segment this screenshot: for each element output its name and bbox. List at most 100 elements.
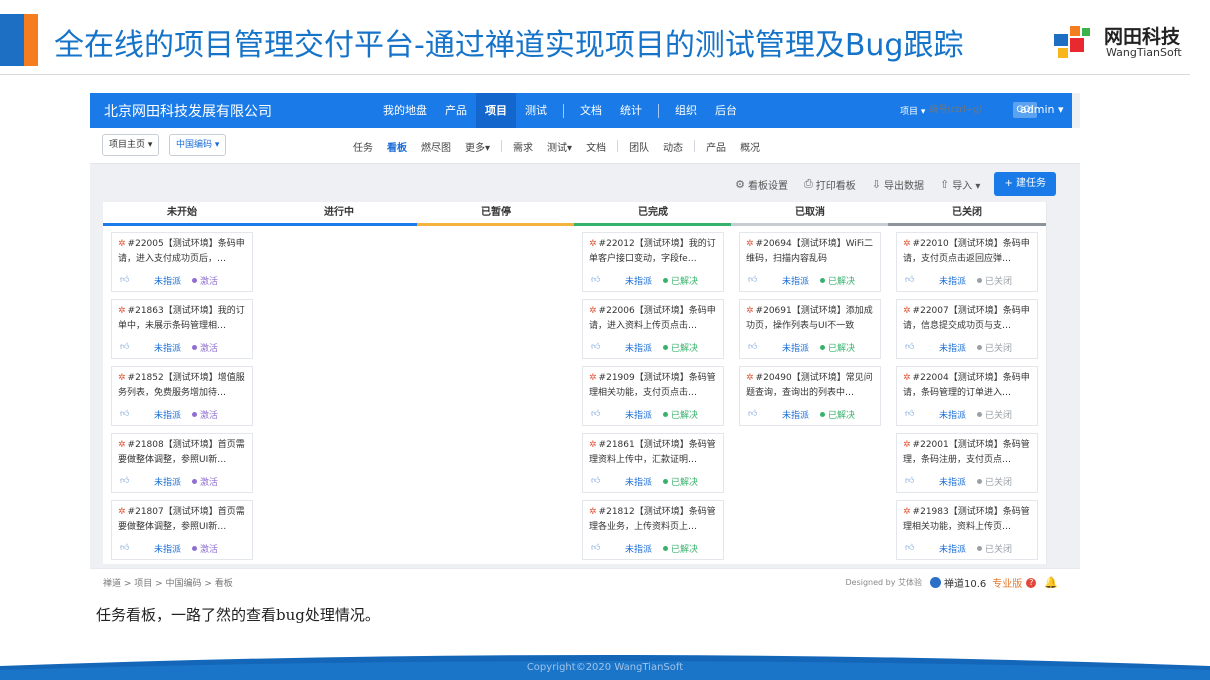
bug-card[interactable]: ✲ #21852【测试环境】增值服务列表，免费服务增加待… 👍︎ 未指派 激活 [111, 366, 253, 426]
search-input[interactable] [929, 102, 1014, 118]
project-home-dropdown[interactable]: 项目主页 ▾ [102, 134, 160, 156]
bug-card-title[interactable]: ✲ #21852【测试环境】增值服务列表，免费服务增加待… [118, 371, 247, 401]
subnav-item[interactable]: 需求 [506, 139, 540, 154]
nav-item[interactable]: 我的地盘 [374, 93, 436, 128]
subnav-item[interactable]: 产品 [699, 139, 733, 154]
bug-card-title[interactable]: ✲ #22006【测试环境】条码申请，进入资料上传页点击… [589, 304, 718, 334]
assignee-link[interactable]: 未指派 [154, 274, 192, 287]
bug-card[interactable]: ✲ #21808【测试环境】首页需要做整体调整，参照UI新… 👍︎ 未指派 激活 [111, 433, 253, 493]
nav-item[interactable]: 测试 [516, 93, 556, 128]
bug-card-title[interactable]: ✲ #22001【测试环境】条码管理，条码注册，支付页点… [903, 438, 1032, 468]
bug-card[interactable]: ✲ #22006【测试环境】条码申请，进入资料上传页点击… 👍︎ 未指派 已解决 [582, 299, 724, 359]
bug-card[interactable]: ✲ #21861【测试环境】条码管理资料上传中，汇款证明… 👍︎ 未指派 已解决 [582, 433, 724, 493]
bug-card-title[interactable]: ✲ #20694【测试环境】WiFi二维码，扫描内容乱码 [746, 237, 875, 267]
nav-item[interactable]: 项目 [476, 93, 516, 128]
thumbs-up-icon[interactable]: 👍︎ [120, 543, 154, 553]
project-select-dropdown[interactable]: 中国编码 ▾ [169, 134, 227, 156]
bug-card-title[interactable]: ✲ #22007【测试环境】条码申请，信息提交成功页与支… [903, 304, 1032, 334]
bug-card[interactable]: ✲ #20694【测试环境】WiFi二维码，扫描内容乱码 👍︎ 未指派 已解决 [739, 232, 881, 292]
bug-card[interactable]: ✲ #20490【测试环境】常见问题查询，查询出的列表中… 👍︎ 未指派 已解决 [739, 366, 881, 426]
subnav-item[interactable]: 概况 [733, 139, 767, 154]
assignee-link[interactable]: 未指派 [939, 274, 977, 287]
bug-card[interactable]: ✲ #22005【测试环境】条码申请，进入支付成功页后，… 👍︎ 未指派 激活 [111, 232, 253, 292]
assignee-link[interactable]: 未指派 [782, 408, 820, 421]
bug-card-title[interactable]: ✲ #21983【测试环境】条码管理相关功能，资料上传页… [903, 505, 1032, 535]
footer-breadcrumb[interactable]: 禅道 > 项目 > 中国编码 > 看板 [103, 576, 233, 589]
export-button[interactable]: ⇩ 导出数据 [872, 177, 924, 192]
bug-card-title[interactable]: ✲ #21808【测试环境】首页需要做整体调整，参照UI新… [118, 438, 247, 468]
thumbs-up-icon[interactable]: 👍︎ [905, 342, 939, 352]
thumbs-up-icon[interactable]: 👍︎ [905, 543, 939, 553]
bug-card-title[interactable]: ✲ #20490【测试环境】常见问题查询，查询出的列表中… [746, 371, 875, 401]
thumbs-up-icon[interactable]: 👍︎ [748, 342, 782, 352]
bug-card-title[interactable]: ✲ #22005【测试环境】条码申请，进入支付成功页后，… [118, 237, 247, 267]
subnav-item[interactable]: 看板 [380, 139, 414, 154]
thumbs-up-icon[interactable]: 👍︎ [591, 275, 625, 285]
bug-card-title[interactable]: ✲ #21909【测试环境】条码管理相关功能，支付页点击… [589, 371, 718, 401]
bug-card[interactable]: ✲ #21807【测试环境】首页需要做整体调整，参照UI新… 👍︎ 未指派 激活 [111, 500, 253, 560]
assignee-link[interactable]: 未指派 [154, 408, 192, 421]
bug-card-title[interactable]: ✲ #22012【测试环境】我的订单客户接口变动，字段fe… [589, 237, 718, 267]
thumbs-up-icon[interactable]: 👍︎ [591, 409, 625, 419]
subnav-item[interactable]: 文档 [579, 139, 613, 154]
subnav-item[interactable]: 更多▾ [458, 139, 497, 154]
thumbs-up-icon[interactable]: 👍︎ [905, 409, 939, 419]
thumbs-up-icon[interactable]: 👍︎ [120, 476, 154, 486]
assignee-link[interactable]: 未指派 [782, 341, 820, 354]
assignee-link[interactable]: 未指派 [154, 475, 192, 488]
bug-card[interactable]: ✲ #22004【测试环境】条码申请，条码管理的订单进入… 👍︎ 未指派 已关闭 [896, 366, 1038, 426]
thumbs-up-icon[interactable]: 👍︎ [120, 409, 154, 419]
assignee-link[interactable]: 未指派 [939, 408, 977, 421]
assignee-link[interactable]: 未指派 [154, 542, 192, 555]
assignee-link[interactable]: 未指派 [625, 341, 663, 354]
assignee-link[interactable]: 未指派 [782, 274, 820, 287]
bug-card[interactable]: ✲ #22012【测试环境】我的订单客户接口变动，字段fe… 👍︎ 未指派 已解决 [582, 232, 724, 292]
bug-card[interactable]: ✲ #21983【测试环境】条码管理相关功能，资料上传页… 👍︎ 未指派 已关闭 [896, 500, 1038, 560]
nav-item[interactable]: 统计 [611, 93, 651, 128]
help-icon[interactable]: ? [1026, 577, 1037, 588]
edition-label[interactable]: 专业版 [992, 575, 1022, 590]
thumbs-up-icon[interactable]: 👍︎ [591, 342, 625, 352]
import-button[interactable]: ⇧ 导入 ▾ [940, 177, 980, 192]
bug-card-title[interactable]: ✲ #21863【测试环境】我的订单中，未展示条码管理相… [118, 304, 247, 334]
bug-card[interactable]: ✲ #22007【测试环境】条码申请，信息提交成功页与支… 👍︎ 未指派 已关闭 [896, 299, 1038, 359]
bug-card[interactable]: ✲ #21863【测试环境】我的订单中，未展示条码管理相… 👍︎ 未指派 激活 [111, 299, 253, 359]
bug-card-title[interactable]: ✲ #22010【测试环境】条码申请，支付页点击返回应弹… [903, 237, 1032, 267]
bug-card[interactable]: ✲ #22010【测试环境】条码申请，支付页点击返回应弹… 👍︎ 未指派 已关闭 [896, 232, 1038, 292]
thumbs-up-icon[interactable]: 👍︎ [905, 476, 939, 486]
bug-card[interactable]: ✲ #21812【测试环境】条码管理各业务，上传资料页上… 👍︎ 未指派 已解决 [582, 500, 724, 560]
bug-card-title[interactable]: ✲ #20691【测试环境】添加成功页，操作列表与UI不一致 [746, 304, 875, 334]
thumbs-up-icon[interactable]: 👍︎ [748, 409, 782, 419]
bug-card-title[interactable]: ✲ #22004【测试环境】条码申请，条码管理的订单进入… [903, 371, 1032, 401]
bug-card[interactable]: ✲ #22001【测试环境】条码管理，条码注册，支付页点… 👍︎ 未指派 已关闭 [896, 433, 1038, 493]
subnav-item[interactable]: 团队 [622, 139, 656, 154]
assignee-link[interactable]: 未指派 [939, 341, 977, 354]
nav-item[interactable]: 产品 [436, 93, 476, 128]
subnav-item[interactable]: 动态 [656, 139, 690, 154]
thumbs-up-icon[interactable]: 👍︎ [591, 476, 625, 486]
create-task-button[interactable]: + 建任务 [994, 172, 1056, 196]
assignee-link[interactable]: 未指派 [625, 475, 663, 488]
print-board-button[interactable]: ⎙ 打印看板 [804, 177, 856, 192]
assignee-link[interactable]: 未指派 [154, 341, 192, 354]
thumbs-up-icon[interactable]: 👍︎ [591, 543, 625, 553]
bug-card-title[interactable]: ✲ #21807【测试环境】首页需要做整体调整，参照UI新… [118, 505, 247, 535]
thumbs-up-icon[interactable]: 👍︎ [120, 342, 154, 352]
board-settings-button[interactable]: ⚙ 看板设置 [735, 177, 788, 192]
nav-item[interactable]: 文档 [571, 93, 611, 128]
bug-card-title[interactable]: ✲ #21812【测试环境】条码管理各业务，上传资料页上… [589, 505, 718, 535]
subnav-item[interactable]: 燃尽图 [414, 139, 458, 154]
nav-item[interactable]: 组织 [666, 93, 706, 128]
company-name[interactable]: 北京网田科技发展有限公司 [104, 101, 272, 121]
thumbs-up-icon[interactable]: 👍︎ [905, 275, 939, 285]
bell-icon[interactable]: 🔔 [1044, 576, 1058, 589]
assignee-link[interactable]: 未指派 [625, 408, 663, 421]
bug-card-title[interactable]: ✲ #21861【测试环境】条码管理资料上传中，汇款证明… [589, 438, 718, 468]
assignee-link[interactable]: 未指派 [625, 542, 663, 555]
nav-item[interactable]: 后台 [706, 93, 746, 128]
assignee-link[interactable]: 未指派 [939, 542, 977, 555]
thumbs-up-icon[interactable]: 👍︎ [120, 275, 154, 285]
assignee-link[interactable]: 未指派 [939, 475, 977, 488]
subnav-item[interactable]: 任务 [346, 139, 380, 154]
bug-card[interactable]: ✲ #21909【测试环境】条码管理相关功能，支付页点击… 👍︎ 未指派 已解决 [582, 366, 724, 426]
